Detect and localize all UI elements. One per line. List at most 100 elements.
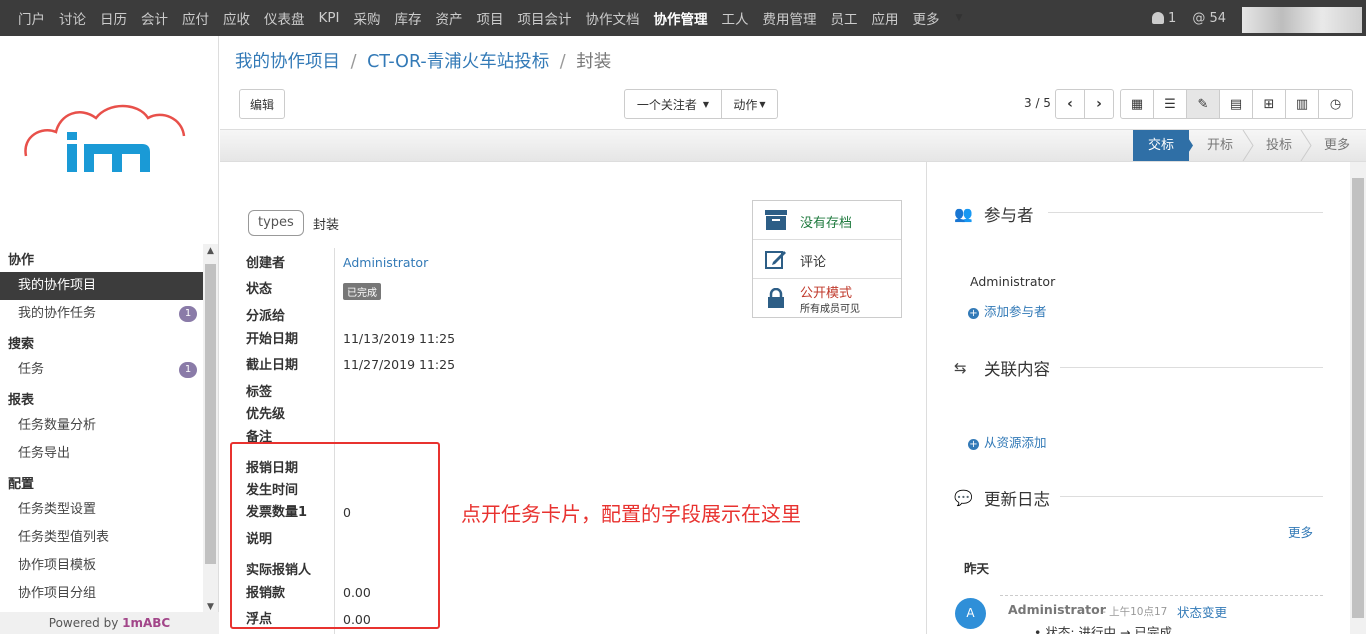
plus-circle-icon: + (968, 308, 979, 319)
topnav-item-14[interactable]: 协作管理 (653, 8, 707, 28)
breadcrumb-my-projects[interactable]: 我的协作项目 (235, 52, 340, 72)
public-mode-button[interactable]: 公开模式 所有成员可见 (753, 279, 901, 318)
topnav-item-2[interactable]: 日历 (100, 8, 127, 28)
topnav-item-18[interactable]: 应用 (871, 8, 898, 28)
grid-icon: ▦ (1130, 96, 1144, 112)
calendar-view-button[interactable]: ▤ (1220, 90, 1253, 118)
sidebar-scrollbar[interactable]: ▲ ▼ (203, 244, 218, 614)
sidebar-item[interactable]: 任务类型设置 (0, 496, 203, 524)
topnav-item-16[interactable]: 费用管理 (762, 8, 816, 28)
topnav-item-3[interactable]: 会计 (141, 8, 168, 28)
main-scroll-thumb[interactable] (1352, 178, 1364, 618)
stage-more[interactable]: 更多 (1312, 130, 1362, 161)
sidebar-item[interactable]: 任务数量分析 (0, 412, 203, 440)
breadcrumb-current: 封装 (576, 52, 612, 72)
sidebar-item[interactable]: 任务类型值列表 (0, 524, 203, 552)
sidebar-item-label: 协作项目模板 (18, 558, 97, 573)
list-icon: ☰ (1164, 96, 1176, 112)
archive-button[interactable]: 没有存档 (753, 201, 901, 240)
table-view-button[interactable]: ⊞ (1253, 90, 1286, 118)
caret-down-icon: ▼ (955, 13, 963, 23)
chevron-right-icon: › (1096, 96, 1102, 112)
activity-view-button[interactable]: ◷ (1319, 90, 1352, 118)
creator-label: 创建者 (246, 256, 286, 271)
topnav-item-19[interactable]: 更多 (912, 8, 939, 28)
edit-icon: ✎ (1197, 96, 1209, 112)
sidebar-item-label: 协作项目分组 (18, 586, 97, 601)
pager-next-button[interactable]: › (1084, 89, 1114, 119)
deadline-value: 11/27/2019 11:25 (343, 357, 456, 372)
breadcrumb-project[interactable]: CT-OR-青浦火车站投标 (367, 52, 549, 72)
types-tag: types (248, 210, 304, 236)
sidebar-scroll-thumb[interactable] (205, 264, 216, 564)
kanban-view-button[interactable]: ▦ (1121, 90, 1154, 118)
stage-submit[interactable]: 交标 (1133, 130, 1189, 161)
more-link[interactable]: 更多 (1288, 522, 1313, 541)
main-scrollbar[interactable] (1350, 162, 1366, 634)
mentions-button[interactable]: @ 54 (1192, 11, 1226, 26)
topnav-item-12[interactable]: 项目会计 (517, 8, 571, 28)
add-participant-link[interactable]: + 添加参与者 (968, 301, 1047, 320)
scroll-up-icon[interactable]: ▲ (203, 246, 218, 256)
topnav-item-0[interactable]: 门户 (18, 8, 45, 28)
top-nav-menu: 门户 讨论 日历 会计 应付 应收 仪表盘 KPI 采购 库存 资产 项目 项目会计 协作文档 协作管理 工人… (18, 8, 962, 28)
message-type: 状态变更 (1177, 605, 1228, 620)
topnav-item-13[interactable]: 协作文档 (585, 8, 639, 28)
bell-icon (1152, 12, 1165, 24)
highlight-box (230, 442, 440, 629)
topnav-item-15[interactable]: 工人 (721, 8, 748, 28)
sidebar-item-label: 我的协作任务 (18, 306, 97, 321)
graph-view-button[interactable]: ▥ (1286, 90, 1319, 118)
log-title: 💬 更新日志 (954, 489, 1050, 509)
message-body: • 状态: 进行中 → 已完成 (1034, 625, 1172, 634)
user-avatar-blurred[interactable] (1242, 7, 1362, 33)
form-view-button[interactable]: ✎ (1187, 90, 1220, 118)
followers-button[interactable]: 一个关注者 ▼ (624, 89, 722, 119)
sidebar-item[interactable]: 协作项目分组 (0, 580, 203, 608)
topnav-item-4[interactable]: 应付 (182, 8, 209, 28)
topnav-item-17[interactable]: 员工 (830, 8, 857, 28)
sidebar-section-title: 协作 (8, 253, 35, 268)
stage-bid[interactable]: 投标 (1254, 130, 1304, 161)
count-badge: 1 (179, 306, 197, 322)
sidebar-item-label: 我的协作项目 (18, 278, 97, 293)
topnav-item-5[interactable]: 应收 (223, 8, 250, 28)
sidebar-item[interactable]: 我的协作项目 (0, 272, 203, 300)
topnav-item-10[interactable]: 资产 (435, 8, 462, 28)
smart-buttons: 没有存档 评论 公开模式 所有成员可见 (752, 200, 902, 318)
start-date-label: 开始日期 (246, 332, 299, 347)
message-author[interactable]: Administrator (1008, 602, 1106, 617)
add-from-resource-link[interactable]: + 从资源添加 (968, 432, 1047, 451)
sidebar-item[interactable]: 任务 1 (0, 356, 203, 384)
pager-prev-button[interactable]: ‹ (1055, 89, 1085, 119)
stage-open[interactable]: 开标 (1195, 130, 1245, 161)
topnav-item-8[interactable]: 采购 (353, 8, 380, 28)
topnav-item-11[interactable]: 项目 (476, 8, 503, 28)
topnav-item-7[interactable]: KPI (319, 10, 340, 26)
assignee-label: 分派给 (246, 309, 286, 324)
caret-down-icon: ▼ (702, 99, 710, 109)
sidebar-item-label: 任务类型设置 (18, 502, 97, 517)
sidebar-item[interactable]: 任务导出 (0, 440, 203, 468)
top-right-area: 1 @ 54 (1152, 0, 1366, 36)
comment-button[interactable]: 评论 (753, 240, 901, 279)
sidebar-menu: 协作 我的协作项目 我的协作任务 1 搜索 任务 1 报表 任务数量分析 任务导出 配置 任务类型设置… (0, 244, 203, 614)
actions-button[interactable]: 动作 ▼ (721, 89, 778, 119)
list-view-button[interactable]: ☰ (1154, 90, 1187, 118)
topnav-item-6[interactable]: 仪表盘 (264, 8, 305, 28)
types-value: 封装 (313, 218, 340, 233)
sidebar-item-label: 任务 (18, 362, 45, 377)
sidebar-item[interactable]: 我的协作任务 1 (0, 300, 203, 328)
edit-button[interactable]: 编辑 (239, 89, 285, 119)
topnav-item-1[interactable]: 讨论 (59, 8, 86, 28)
priority-label: 优先级 (246, 407, 286, 422)
view-switcher: ▦ ☰ ✎ ▤ ⊞ ▥ ◷ (1120, 89, 1353, 119)
sidebar-item[interactable]: 协作项目模板 (0, 552, 203, 580)
notifications-button[interactable]: 1 (1152, 11, 1176, 26)
topnav-item-9[interactable]: 库存 (394, 8, 421, 28)
chevron-left-icon: ‹ (1067, 96, 1073, 112)
scroll-down-icon[interactable]: ▼ (203, 602, 218, 612)
powered-brand[interactable]: 1mABC (122, 616, 170, 630)
creator-value[interactable]: Administrator (343, 255, 428, 270)
retweet-icon: ⇆ (954, 359, 967, 377)
